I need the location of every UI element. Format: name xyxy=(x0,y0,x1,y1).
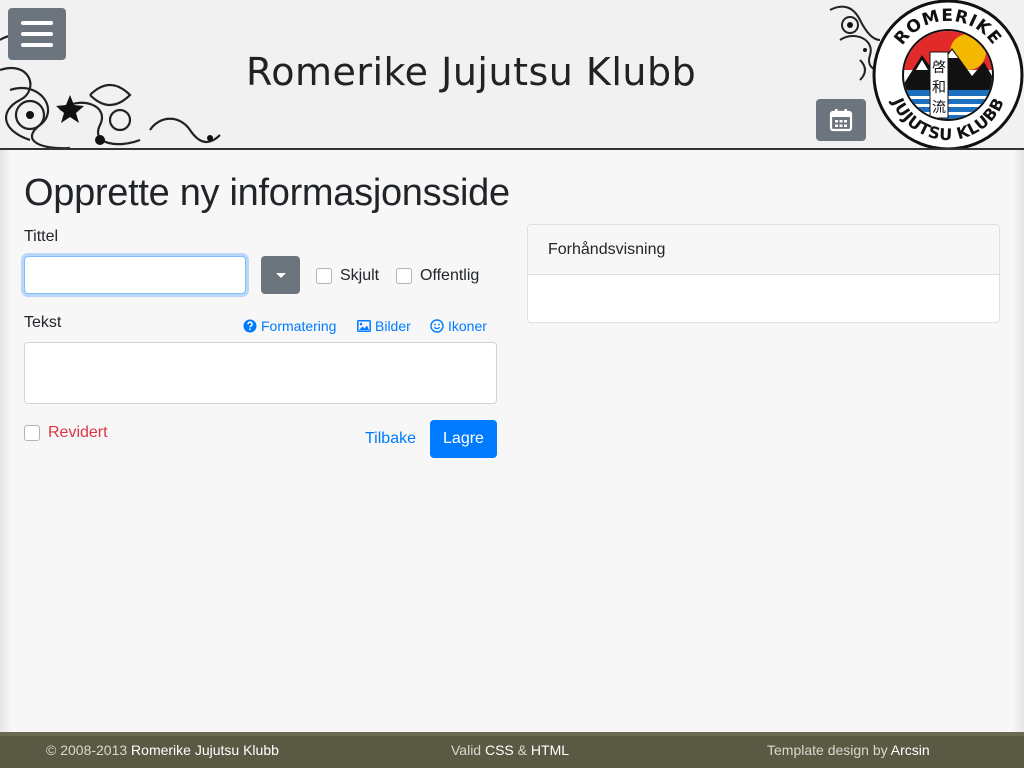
checkbox-box[interactable] xyxy=(24,425,40,441)
page-title: Opprette ny informasjonsside xyxy=(24,172,510,214)
hidden-label: Skjult xyxy=(340,267,380,284)
back-link[interactable]: Tilbake xyxy=(362,420,419,458)
question-circle-icon xyxy=(243,319,257,333)
left-edge-shadow xyxy=(0,150,12,732)
text-label: Tekst xyxy=(24,314,62,331)
hamburger-menu-button[interactable] xyxy=(8,8,66,60)
public-label: Offentlig xyxy=(420,267,480,284)
formatting-label: Formatering xyxy=(261,318,337,334)
icons-link[interactable]: Ikoner xyxy=(430,318,487,334)
svg-text:流: 流 xyxy=(932,100,946,116)
images-link[interactable]: Bilder xyxy=(357,318,411,334)
caret-down-icon xyxy=(275,272,286,278)
hidden-checkbox[interactable]: Skjult xyxy=(316,267,379,285)
revised-checkbox[interactable]: Revidert xyxy=(24,424,108,442)
public-checkbox[interactable]: Offentlig xyxy=(396,267,479,285)
right-edge-shadow xyxy=(1012,150,1024,732)
template-author-link[interactable]: Arcsin xyxy=(891,742,930,758)
revised-label: Revidert xyxy=(48,424,108,441)
icons-label: Ikoner xyxy=(448,318,487,334)
footer-template-credit: Template design by Arcsin xyxy=(767,742,930,758)
club-logo: 啓 和 流 ROMERIKE JUJUTSU KLUBB xyxy=(872,0,1024,148)
checkbox-box[interactable] xyxy=(316,268,332,284)
checkbox-box[interactable] xyxy=(396,268,412,284)
site-footer: © 2008-2013 Romerike Jujutsu Klubb Valid… xyxy=(0,732,1024,768)
formatting-link[interactable]: Formatering xyxy=(243,318,336,334)
valid-css-link[interactable]: CSS xyxy=(485,742,514,758)
save-button[interactable]: Lagre xyxy=(430,420,497,458)
title-dropdown-button[interactable] xyxy=(261,256,300,294)
text-textarea[interactable] xyxy=(24,342,497,404)
site-header: Romerike Jujutsu Klubb 啓 和 流 ROMERIKE JU… xyxy=(0,0,1024,150)
valid-html-link[interactable]: HTML xyxy=(531,742,569,758)
svg-text:啓: 啓 xyxy=(932,60,946,76)
hamburger-icon xyxy=(21,21,53,25)
image-icon xyxy=(357,320,371,332)
footer-validation: Valid CSS & HTML xyxy=(451,742,570,758)
title-label: Tittel xyxy=(24,228,59,245)
calendar-button[interactable] xyxy=(816,99,866,141)
calendar-icon xyxy=(829,109,853,132)
site-title: Romerike Jujutsu Klubb xyxy=(246,50,697,94)
footer-club-link[interactable]: Romerike Jujutsu Klubb xyxy=(131,742,279,758)
images-label: Bilder xyxy=(375,318,411,334)
preview-header: Forhåndsvisning xyxy=(528,225,999,275)
preview-card: Forhåndsvisning xyxy=(527,224,1000,323)
title-input[interactable] xyxy=(24,256,246,294)
smiley-icon xyxy=(430,319,444,333)
svg-text:和: 和 xyxy=(932,80,946,96)
footer-copyright: © 2008-2013 Romerike Jujutsu Klubb xyxy=(46,742,279,758)
